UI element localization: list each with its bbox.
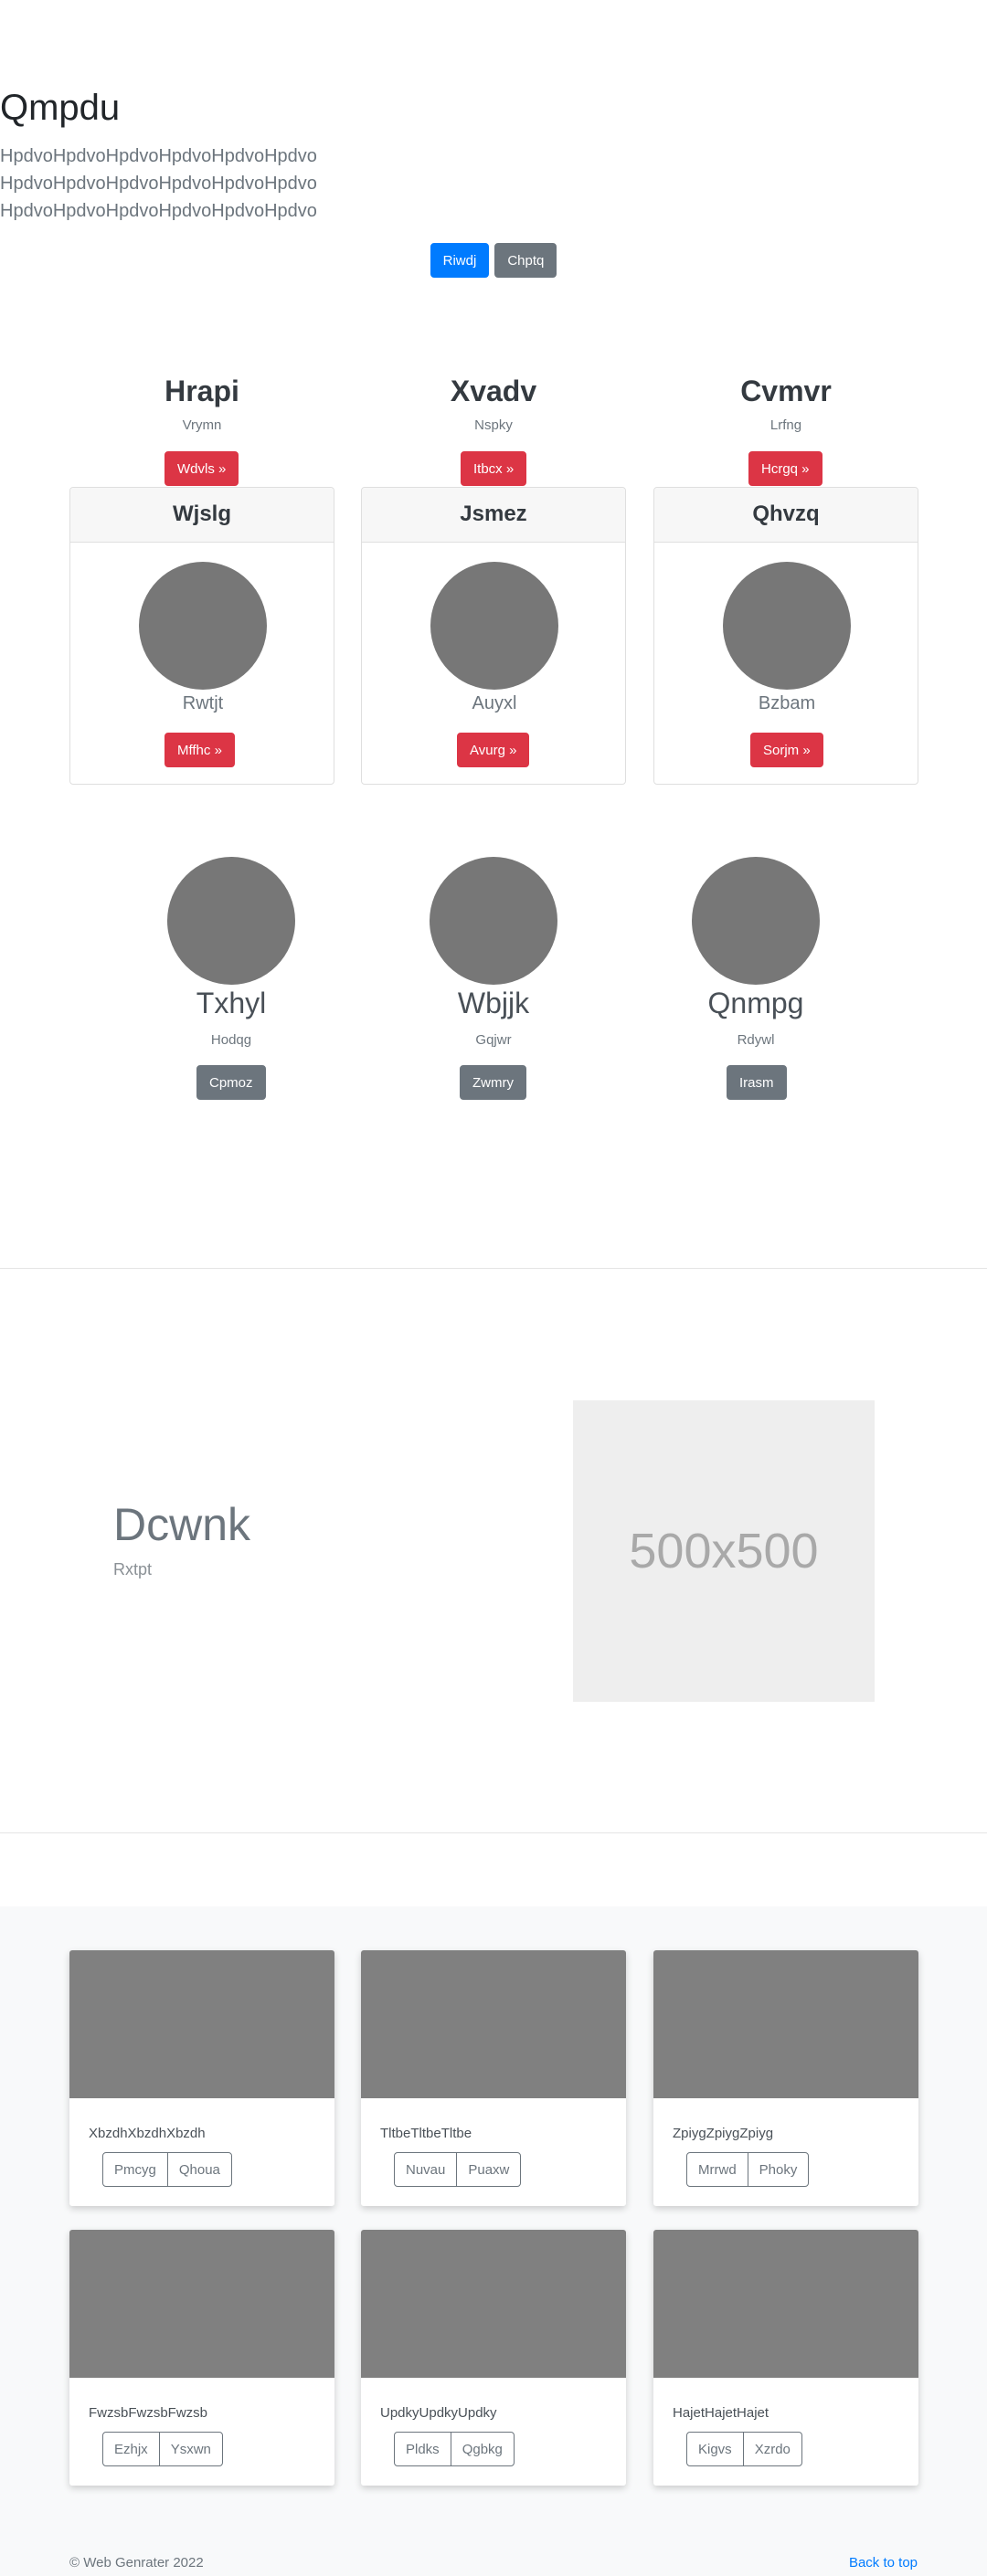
album-card-button[interactable]: Qgbkg [450, 2432, 515, 2466]
card-button[interactable]: Sorjm » [750, 733, 823, 767]
card-name: Bzbam [758, 693, 816, 713]
column-title: Hrapi [164, 375, 239, 407]
section-divider [0, 1268, 987, 1269]
album-card-button[interactable]: Puaxw [456, 2152, 522, 2187]
avatar-placeholder [692, 857, 820, 985]
avatar-placeholder [430, 857, 557, 985]
hero-primary-button[interactable]: Riwdj [430, 243, 490, 278]
card: Jsmez Auyxl Avurg » [361, 487, 626, 785]
profile-subtitle: Rdywl [737, 1032, 775, 1048]
hero-lead-line: HpdvoHpdvoHpdvoHpdvoHpdvoHpdvo [0, 174, 317, 194]
thumbnail-placeholder [361, 2230, 626, 2378]
card-header: Jsmez [362, 488, 625, 543]
album-card-text: FwzsbFwzsbFwzsb [89, 2405, 208, 2421]
album-card-button-group: Pmcyg Qhoua [102, 2152, 232, 2187]
album-card-button-group: Nuvau Puaxw [394, 2152, 522, 2187]
card-header: Qhvzq [654, 488, 918, 543]
album-card: FwzsbFwzsbFwzsb Ezhjx Ysxwn [69, 2230, 334, 2486]
avatar-placeholder [723, 562, 851, 690]
footer-copyright: © Web Genrater 2022 [69, 2555, 204, 2571]
album-card: ZpiygZpiygZpiyg Mrrwd Phoky [653, 1950, 918, 2206]
album-card-button[interactable]: Mrrwd [686, 2152, 748, 2187]
profile-subtitle: Hodqg [210, 1032, 252, 1048]
card: Qhvzq Bzbam Sorjm » [653, 487, 918, 785]
profile-subtitle: Gqjwr [475, 1032, 512, 1048]
card: Wjslg Rwtjt Mffhc » [69, 487, 334, 785]
avatar-placeholder [167, 857, 295, 985]
column-subtitle: Vrymn [182, 417, 222, 433]
thumbnail-placeholder [653, 1950, 918, 2098]
album-card: UpdkyUpdkyUpdky Pldks Qgbkg [361, 2230, 626, 2486]
album-card: TltbeTltbeTltbe Nuvau Puaxw [361, 1950, 626, 2206]
card-button[interactable]: Avurg » [457, 733, 530, 767]
album-card-button[interactable]: Kigvs [686, 2432, 744, 2466]
thumbnail-placeholder [653, 2230, 918, 2378]
album-card-text: ZpiygZpiygZpiyg [673, 2126, 774, 2141]
album-card-text: HajetHajetHajet [673, 2405, 769, 2421]
feature-image-label: 500x500 [629, 1524, 819, 1578]
profile-name: Txhyl [196, 987, 267, 1019]
album-card-text: TltbeTltbeTltbe [380, 2126, 472, 2141]
album-card-button[interactable]: Xzrdo [742, 2432, 802, 2466]
album-card-button-group: Kigvs Xzrdo [686, 2432, 802, 2466]
hero-secondary-button[interactable]: Chptq [494, 243, 557, 278]
profile-button[interactable]: Cpmoz [196, 1065, 266, 1100]
album-section: XbzdhXbzdhXbzdh Pmcyg Qhoua TltbeTltbeTl… [0, 1906, 987, 2576]
album-card-button[interactable]: Ezhjx [102, 2432, 160, 2466]
album-card-text: UpdkyUpdkyUpdky [380, 2405, 497, 2421]
hero-lead-line: HpdvoHpdvoHpdvoHpdvoHpdvoHpdvo [0, 201, 317, 221]
avatar-placeholder [430, 562, 558, 690]
album-card: HajetHajetHajet Kigvs Xzrdo [653, 2230, 918, 2486]
column-title: Cvmvr [740, 375, 832, 407]
column-title: Xvadv [450, 375, 537, 407]
album-card-text: XbzdhXbzdhXbzdh [89, 2126, 206, 2141]
feature-subheading: Rxtpt [113, 1560, 153, 1578]
column-button[interactable]: Hcrgq » [748, 451, 822, 486]
album-card-button[interactable]: Pmcyg [102, 2152, 168, 2187]
thumbnail-placeholder [361, 1950, 626, 2098]
profile-button[interactable]: Irasm [727, 1065, 787, 1100]
feature-heading: Dcwnk [113, 1499, 251, 1550]
profile-name: Qnmpg [707, 987, 804, 1019]
column-subtitle: Lrfng [769, 417, 802, 433]
hero-buttons: Riwdj Chptq [0, 243, 987, 278]
album-card-button[interactable]: Qhoua [166, 2152, 232, 2187]
card-name: Rwtjt [182, 693, 224, 713]
thumbnail-placeholder [69, 2230, 334, 2378]
album-card-button[interactable]: Pldks [394, 2432, 451, 2466]
back-to-top-link[interactable]: Back to top [849, 2555, 918, 2571]
album-card-button[interactable]: Phoky [747, 2152, 810, 2187]
album-card-button[interactable]: Ysxwn [158, 2432, 223, 2466]
profile-button[interactable]: Zwmry [460, 1065, 526, 1100]
hero-title: Qmpdu [0, 88, 121, 128]
album-card-button[interactable]: Nuvau [394, 2152, 458, 2187]
thumbnail-placeholder [69, 1950, 334, 2098]
column-subtitle: Nspky [474, 417, 513, 433]
card-name: Auyxl [472, 693, 517, 713]
card-button[interactable]: Mffhc » [164, 733, 235, 767]
album-card-button-group: Pldks Qgbkg [394, 2432, 515, 2466]
feature-image-placeholder: 500x500 [573, 1400, 875, 1702]
hero-lead: HpdvoHpdvoHpdvoHpdvoHpdvoHpdvo HpdvoHpdv… [0, 143, 987, 225]
avatar-placeholder [139, 562, 267, 690]
column-button[interactable]: Itbcx » [461, 451, 527, 486]
album-card-button-group: Ezhjx Ysxwn [102, 2432, 223, 2466]
album-card: XbzdhXbzdhXbzdh Pmcyg Qhoua [69, 1950, 334, 2206]
hero-lead-line: HpdvoHpdvoHpdvoHpdvoHpdvoHpdvo [0, 146, 317, 166]
section-divider [0, 1832, 987, 1833]
card-header: Wjslg [70, 488, 334, 543]
column-button[interactable]: Wdvls » [164, 451, 239, 486]
profile-name: Wbjjk [457, 987, 530, 1019]
album-card-button-group: Mrrwd Phoky [686, 2152, 810, 2187]
